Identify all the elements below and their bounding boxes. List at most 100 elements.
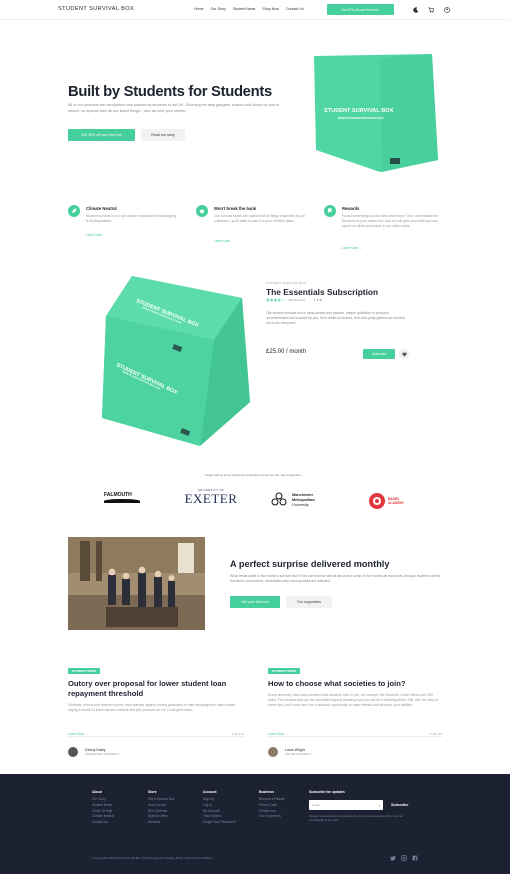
piggy-bank-icon [196, 205, 208, 217]
feature-text: Our survival boxes are packed full of th… [214, 214, 306, 223]
article-text: Every university has many societies that… [268, 693, 438, 707]
newsletter-subscribe-button[interactable]: Subscribe [391, 803, 408, 807]
banes-crest-icon [369, 493, 385, 509]
hero-story-button[interactable]: Read our story [141, 129, 185, 141]
mmu-crest-icon [271, 492, 287, 506]
footer-heading: Business [259, 790, 275, 794]
product-rating: 366 Reviews f ✦ ✉ [266, 298, 322, 302]
author-meta: MANCHESTER UNIVERSITY [85, 753, 120, 756]
copyright: © Copyright 2022 Student Survival Box. A… [92, 856, 213, 860]
twitter-icon[interactable] [390, 855, 396, 861]
feature-text: Student survival box is run carbon neutr… [86, 214, 176, 223]
article-tag: STUDENT NEWS [268, 668, 300, 674]
feature-title: Won't break the bank [214, 206, 257, 211]
author-meta: EXETER UNIVERSITY [285, 753, 312, 756]
footer-link[interactable]: Become a Partner [259, 797, 285, 803]
footer-link[interactable]: Gift a Survival Box [148, 797, 174, 803]
article-title[interactable]: How to choose what societies to join? [268, 679, 442, 689]
email-input[interactable]: Email › [309, 800, 383, 810]
our-supporters-button[interactable]: Our supporters [286, 596, 332, 608]
feature-learn-more-link[interactable]: Learn More → [342, 246, 362, 250]
article-text: Students, unions and finance experts hav… [68, 703, 237, 712]
feature-learn-more-link[interactable]: Learn More → [214, 239, 234, 243]
brand-logo[interactable]: STUDENT SURVIVAL BOX [58, 6, 134, 12]
surprise-title: A perfect surprise delivered monthly [230, 559, 390, 569]
feature-rewards: Rewards Found something you like and wan… [324, 205, 444, 250]
article-title[interactable]: Outcry over proposal for lower student l… [68, 679, 244, 698]
footer-link[interactable]: Contact Us [92, 820, 114, 826]
avatar [268, 747, 278, 757]
feature-climate-neutral: Climate Neutral Student survival box is … [68, 205, 188, 237]
subscribe-button[interactable]: Subscribe [363, 349, 395, 359]
product-description: Our student survival box is hand-picked … [266, 311, 405, 325]
falmouth-logo: FALMOUTH [104, 492, 142, 504]
divider [68, 736, 244, 737]
share-icons[interactable]: f ✦ ✉ [314, 298, 322, 302]
divider [268, 736, 442, 737]
wishlist-heart-icon[interactable] [399, 349, 409, 359]
nav-links: Home Our Story Student News Shop Now Con… [194, 7, 304, 11]
avatar [68, 747, 78, 757]
reward-icon [324, 205, 336, 217]
partners-caption: Supported by some amazing universities a… [205, 473, 305, 477]
account-icon[interactable] [443, 6, 451, 14]
hero-box-image: STUDENT SURVIVAL BOX WWW.STUDENTSURVIVAL… [314, 54, 438, 172]
nav-offer-button[interactable]: Get 10% off your first box › [327, 4, 394, 15]
product-price: £25.00 / month [266, 349, 307, 355]
footer-col-account: Account Sign Up Log In My Account Track … [203, 790, 236, 826]
dark-mode-icon[interactable] [412, 6, 420, 14]
leaf-icon [68, 205, 80, 217]
article-card-societies: STUDENT NEWS How to choose what societie… [268, 668, 442, 760]
footer-heading: About [92, 790, 102, 794]
cart-icon[interactable] [427, 6, 435, 14]
svg-text:WWW.STUDENTSURVIVALBOX.COM: WWW.STUDENTSURVIVALBOX.COM [338, 116, 383, 120]
product-kicker: STUDENT SURVIVAL BOX [266, 281, 307, 285]
hero-title: Built by Students for Students [68, 84, 272, 100]
send-arrow-icon[interactable]: › [379, 803, 380, 808]
rating-stars [266, 298, 285, 302]
hero-subtitle: All of our products are handpicked and p… [68, 103, 280, 113]
feature-learn-more-link[interactable]: Learn More → [86, 233, 106, 237]
manchester-met-logo: Manchester Metropolitan University [271, 492, 331, 510]
nav-link-our-story[interactable]: Our Story [211, 7, 226, 11]
nav-link-student-news[interactable]: Student News [233, 7, 255, 11]
star-icon [266, 298, 285, 302]
newsletter-heading: Subscribe for updates [309, 790, 345, 794]
footer-heading: Store [148, 790, 157, 794]
surprise-text: What treats await in this month's surviv… [230, 574, 441, 583]
footer-link[interactable]: Reviews [148, 820, 174, 826]
footer-link[interactable]: Our Supporters [259, 814, 285, 820]
hero-offer-button[interactable]: Get 10% off your first box [68, 129, 135, 141]
article-card-loan: STUDENT NEWS Outcry over proposal for lo… [68, 668, 244, 760]
footer-link[interactable]: Forgot Your Password? [203, 820, 236, 826]
students-photo [68, 537, 205, 630]
top-navigation: STUDENT SURVIVAL BOX Home Our Story Stud… [0, 0, 510, 20]
footer-link[interactable]: Student News [92, 803, 114, 809]
product-title: The Essentials Subscription [266, 287, 379, 297]
footer-col-business: Business Become a Partner Promo Code Par… [259, 790, 285, 820]
facebook-icon[interactable] [412, 855, 418, 861]
instagram-icon[interactable] [401, 855, 407, 861]
footer: About Our Story Student News Covid-19 He… [0, 774, 510, 874]
footer-col-about: About Our Story Student News Covid-19 He… [92, 790, 114, 826]
feature-text: Found something you like and want more? … [342, 214, 438, 228]
svg-text:STUDENT SURVIVAL BOX: STUDENT SURVIVAL BOX [324, 108, 394, 114]
get-first-box-button[interactable]: Get your first box [230, 596, 280, 608]
exeter-logo: UNIVERSITY OF EXETER [184, 489, 238, 506]
footer-col-store: Store Gift a Survival Box How it works B… [148, 790, 174, 826]
newsletter: Subscribe for updates Email › Subscribe … [309, 790, 419, 822]
nav-link-home[interactable]: Home [194, 7, 204, 11]
newsletter-text: Receive occasional tips on student life … [309, 814, 403, 822]
nav-link-contact-us[interactable]: Contact Us [286, 7, 304, 11]
feature-title: Climate Neutral [86, 206, 117, 211]
nav-link-shop-now[interactable]: Shop Now [262, 7, 279, 11]
product-box-image: STUDENT SURVIVAL BOX WWW.STUDENTSURVIVAL… [102, 276, 250, 446]
author-name: Danny Daley [85, 748, 106, 752]
feature-title: Rewards [342, 206, 360, 211]
author-name: Louis Wright [285, 748, 305, 752]
article-tag: STUDENT NEWS [68, 668, 100, 674]
footer-heading: Account [203, 790, 217, 794]
review-count[interactable]: 366 Reviews [288, 298, 305, 302]
banes-academy-logo: BANES ACADEMY [368, 492, 418, 512]
social-links [390, 855, 418, 861]
